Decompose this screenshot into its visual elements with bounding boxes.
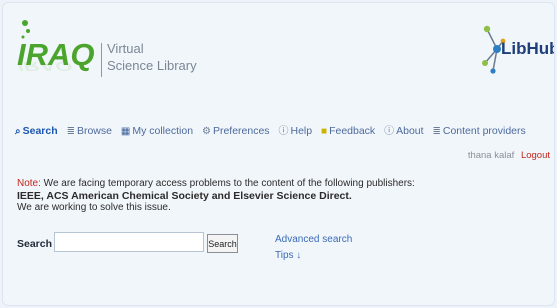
nav-help-label: Help [290,125,313,137]
logo-divider [101,43,102,77]
nav-search[interactable]: ⌕ Search [15,125,58,137]
notice-line3: We are working to solve this issue. [17,202,171,213]
help-icon: ⓘ [278,126,289,137]
notice-line2: IEEE, ACS American Chemical Society and … [17,190,352,202]
books-icon: ▦ [120,126,131,137]
nav-about[interactable]: ⓘ About [384,122,423,137]
nav-help[interactable]: ⓘ Help [278,122,312,137]
magnifier-icon: ⌕ [15,126,21,137]
notice-line1: Note: We are facing temporary access pro… [17,178,415,190]
search-input[interactable] [54,232,204,252]
advanced-search-link[interactable]: Advanced search [275,234,352,245]
nav-feedback-label: Feedback [329,125,376,137]
search-label: Search [17,238,53,250]
nav-preferences[interactable]: ⚙ Preferences [202,125,270,137]
notice-box: Note: We are facing temporary access pro… [17,178,415,214]
logout-link[interactable]: Logout [521,150,550,161]
nav-preferences-label: Preferences [212,125,270,137]
main-nav: ⌕ Search ≣ Browse ▦ My collection ⚙ Preferen… [15,122,532,137]
feedback-icon: ■ [321,126,328,137]
libhub-logo[interactable]: LibHub [479,21,555,77]
user-bar: thana kalaf Logout [468,150,550,161]
nav-browse[interactable]: ≣ Browse [67,125,112,137]
notice-text1: We are facing temporary access problems … [40,178,415,189]
nav-content-providers-label: Content providers [442,125,526,137]
nav-my-collection[interactable]: ▦ My collection [121,125,193,137]
logo-sub-line2: Science Library [107,58,197,73]
libhub-logo-text: LibHub [501,39,555,58]
logo-sub-line1: Virtual [107,41,144,56]
iraq-vsl-logo[interactable]: IRAQ IRAQ Virtual Science Library [17,17,197,87]
nav-feedback[interactable]: ■ Feedback [321,125,375,137]
user-name: thana kalaf [467,150,515,161]
list-icon: ≣ [432,126,441,137]
page-frame: IRAQ IRAQ Virtual Science Library LibHub… [2,2,555,306]
nav-browse-label: Browse [76,125,112,137]
nav-search-label: Search [22,125,58,137]
logo-reflection: IRAQ [17,59,72,74]
note-label: Note: [17,178,41,189]
gear-icon: ⚙ [201,126,211,137]
search-button[interactable]: Search [207,234,238,253]
info-icon: ⓘ [384,126,395,137]
list-icon: ≣ [66,126,75,137]
tips-link[interactable]: Tips ↓ [275,250,301,261]
nav-my-collection-label: My collection [132,125,194,137]
nav-content-providers[interactable]: ≣ Content providers [432,125,525,137]
nav-about-label: About [396,125,424,137]
